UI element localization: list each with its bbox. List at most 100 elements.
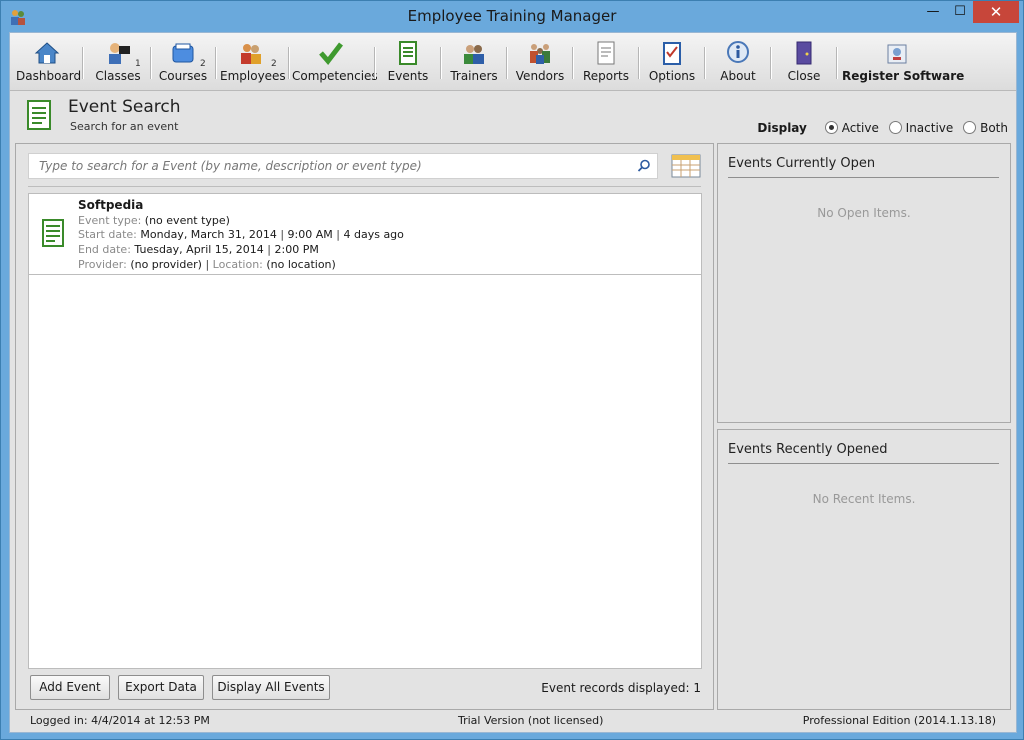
search-placeholder: Type to search for a Event (by name, des… [39, 159, 422, 173]
provider-value: (no provider) [130, 258, 202, 271]
toolbar-about[interactable]: About [710, 33, 766, 89]
events-document-icon [27, 100, 51, 130]
radio-label: Both [980, 121, 1008, 135]
edition-status: Professional Edition (2014.1.13.18) [802, 714, 996, 727]
people-icon [241, 44, 261, 64]
toolbar-events[interactable]: Events [380, 33, 436, 89]
toolbar-label: Dashboard [16, 69, 82, 83]
toolbar-label: Employees [220, 69, 286, 83]
radio-button[interactable] [963, 121, 977, 134]
app-window: Employee Training Manager — ☐ ✕ Dashboar… [0, 0, 1024, 740]
maximize-button[interactable]: ☐ [947, 1, 973, 23]
start-date-label: Start date: [78, 228, 137, 241]
toolbar-separator [288, 47, 290, 79]
toolbar-label: Options [648, 69, 696, 83]
toolbar-register-software[interactable]: Register Software [842, 33, 965, 89]
display-all-events-button[interactable]: Display All Events [212, 675, 330, 700]
toolbar-separator [440, 47, 442, 79]
toolbar-vendors[interactable]: Vendors [512, 33, 568, 89]
export-data-button[interactable]: Export Data [118, 675, 204, 700]
books-icon [172, 43, 194, 63]
toolbar-label: Classes [95, 69, 141, 83]
document-icon [399, 41, 417, 65]
window-title: Employee Training Manager [407, 7, 617, 25]
radio-inactive[interactable]: Inactive [888, 121, 954, 135]
classes-badge: 1 [135, 59, 141, 69]
toolbar-separator [215, 47, 217, 79]
event-search-panel: Type to search for a Event (by name, des… [15, 143, 714, 710]
search-input[interactable]: Type to search for a Event (by name, des… [28, 153, 658, 179]
toolbar-trainers[interactable]: Trainers [446, 33, 502, 89]
report-icon [597, 41, 615, 65]
toolbar-courses[interactable]: Courses 2 [153, 33, 213, 89]
toolbar-classes[interactable]: Classes 1 [88, 33, 148, 89]
employees-badge: 2 [271, 59, 277, 69]
separator: | [336, 228, 340, 241]
events-recent-panel: Events Recently Opened No Recent Items. [717, 429, 1011, 710]
status-bar: Logged in: 4/4/2014 at 12:53 PM Trial Ve… [10, 711, 1016, 732]
toolbar-employees[interactable]: Employees 2 [220, 33, 286, 89]
toolbar-close[interactable]: Close [776, 33, 832, 89]
end-date-label: End date: [78, 243, 131, 256]
open-panel-title: Events Currently Open [728, 156, 876, 171]
events-open-panel: Events Currently Open No Open Items. [717, 143, 1011, 423]
event-document-icon [42, 219, 64, 247]
license-status: Trial Version (not licensed) [458, 714, 604, 727]
grid-view-icon[interactable] [671, 154, 701, 178]
separator: | [280, 228, 285, 241]
open-panel-empty: No Open Items. [817, 206, 911, 220]
recent-panel-title: Events Recently Opened [728, 442, 888, 457]
end-time-value: 2:00 PM [274, 243, 319, 256]
minimize-button[interactable]: — [919, 1, 947, 23]
checkmark-icon [319, 42, 343, 65]
end-date-value: Tuesday, April 15, 2014 [134, 243, 264, 256]
toolbar-label: Reports [582, 69, 630, 83]
teacher-icon [109, 43, 130, 64]
end-date-line: End date: Tuesday, April 15, 2014 | 2:00… [78, 243, 319, 256]
radio-button[interactable] [824, 121, 838, 134]
toolbar-label: Register Software [842, 69, 965, 83]
event-type-line: Event type: (no event type) [78, 214, 230, 227]
start-ago-value: 4 days ago [343, 228, 404, 241]
location-value: (no location) [266, 258, 336, 271]
toolbar-label: Competencies [292, 69, 378, 83]
toolbar-competencies[interactable]: Competencies [292, 33, 378, 89]
start-time-value: 9:00 AM [287, 228, 333, 241]
house-icon [34, 42, 60, 64]
event-name[interactable]: Softpedia [78, 198, 143, 212]
info-icon [727, 41, 749, 63]
logged-in-status: Logged in: 4/4/2014 at 12:53 PM [30, 714, 210, 727]
toolbar-separator [82, 47, 84, 79]
add-event-button[interactable]: Add Event [30, 675, 110, 700]
display-filter: Display Active Inactive Both [757, 121, 1008, 135]
toolbar-reports[interactable]: Reports [578, 33, 634, 89]
toolbar-separator [704, 47, 706, 79]
list-item[interactable]: Softpedia Event type: (no event type) St… [29, 194, 701, 275]
toolbar-separator [638, 47, 640, 79]
toolbar-label: Close [787, 69, 821, 83]
radio-both[interactable]: Both [963, 121, 1008, 135]
divider [728, 177, 999, 178]
door-icon [796, 41, 812, 65]
radio-label: Active [841, 121, 879, 135]
title-bar: Employee Training Manager — ☐ ✕ [1, 1, 1023, 32]
toolbar-separator [836, 47, 838, 79]
toolbar-dashboard[interactable]: Dashboard [16, 33, 82, 89]
page-title: Event Search [68, 97, 181, 117]
divider [728, 463, 999, 464]
register-icon [887, 44, 907, 64]
main-toolbar: Dashboard Classes 1 Courses 2 Employees … [10, 33, 1016, 91]
radio-button[interactable] [888, 121, 902, 134]
radio-active[interactable]: Active [824, 121, 879, 135]
separator: | [205, 258, 210, 271]
toolbar-options[interactable]: Options [644, 33, 700, 89]
page-subtitle: Search for an event [70, 120, 179, 133]
close-window-button[interactable]: ✕ [973, 1, 1019, 23]
radio-label: Inactive [905, 121, 954, 135]
divider [28, 186, 701, 187]
toolbar-separator [572, 47, 574, 79]
toolbar-separator [770, 47, 772, 79]
toolbar-separator [150, 47, 152, 79]
search-icon[interactable] [637, 159, 651, 173]
toolbar-label: Trainers [450, 69, 498, 83]
